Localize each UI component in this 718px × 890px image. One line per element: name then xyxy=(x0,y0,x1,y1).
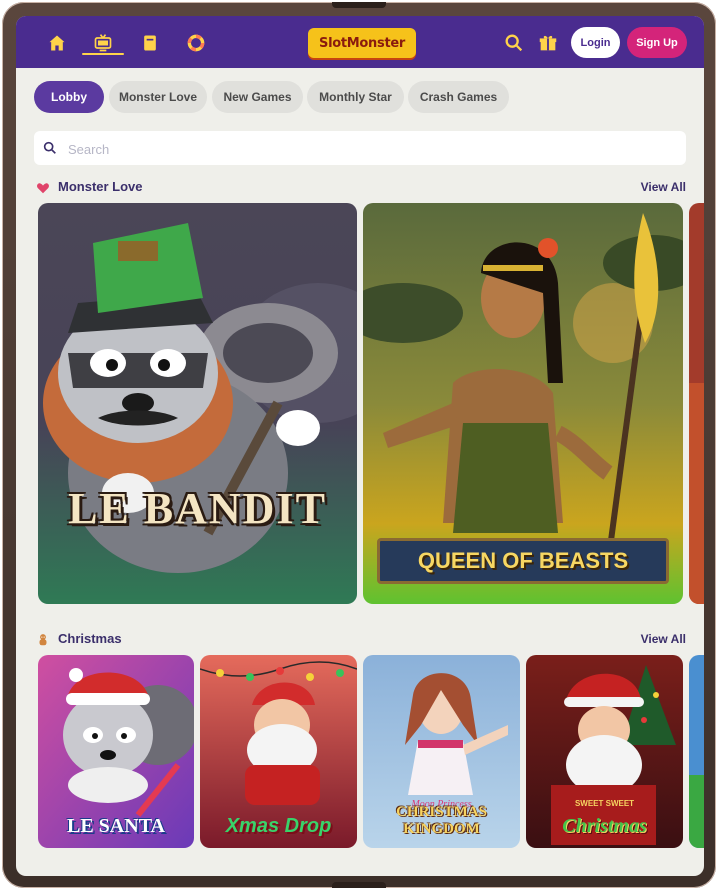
heart-icon xyxy=(37,183,49,194)
section-title: Christmas xyxy=(58,631,122,646)
tab-monthly-star[interactable]: Monthly Star xyxy=(307,81,404,113)
top-navbar: SlotMonster Login Sign Up xyxy=(16,16,704,68)
view-all-link[interactable]: View All xyxy=(641,180,686,194)
game-card-le-bandit[interactable]: LE BANDIT xyxy=(38,203,357,604)
search-bar xyxy=(34,131,686,167)
section-title: Monster Love xyxy=(58,179,143,194)
game-card-peek[interactable] xyxy=(689,203,704,604)
search-input[interactable] xyxy=(66,131,670,167)
view-all-link[interactable]: View All xyxy=(641,632,686,646)
game-card-queen-of-beasts[interactable]: QUEEN OF BEASTS xyxy=(363,203,683,604)
hinge-bottom xyxy=(332,882,386,888)
search-field-icon xyxy=(43,141,56,154)
game-title: LE BANDIT xyxy=(68,484,327,533)
site-logo[interactable]: SlotMonster xyxy=(308,28,416,58)
nav-active-indicator xyxy=(82,53,124,55)
game-title: LE SANTA xyxy=(67,815,165,837)
peek-artwork xyxy=(689,203,704,604)
game-title: Xmas Drop xyxy=(225,815,332,837)
section-monster-love-header: Monster Love View All xyxy=(34,178,686,198)
logo-text: SlotMonster xyxy=(319,35,405,51)
device-frame: SlotMonster Login Sign Up Lobby Monster … xyxy=(2,2,716,888)
queen-of-beasts-banner: QUEEN OF BEASTS xyxy=(377,538,669,584)
peek-artwork xyxy=(689,655,704,848)
gingerbread-icon xyxy=(39,634,47,646)
section-christmas-header: Christmas View All xyxy=(34,630,686,650)
game-card-christmas-kingdom[interactable]: Moon Princess CHRISTMAS KINGDOM xyxy=(363,655,520,848)
book-icon[interactable] xyxy=(137,30,163,56)
app-screen: SlotMonster Login Sign Up Lobby Monster … xyxy=(16,16,704,876)
tab-crash-games[interactable]: Crash Games xyxy=(408,81,509,113)
game-card-xmas-drop[interactable]: Xmas Drop xyxy=(200,655,357,848)
le-bandit-artwork xyxy=(38,203,357,604)
home-icon[interactable] xyxy=(44,30,70,56)
game-card-sweet-sweet-christmas[interactable]: SWEET SWEET Christmas xyxy=(526,655,683,848)
tab-new-games[interactable]: New Games xyxy=(212,81,303,113)
game-subtitle: SWEET SWEET xyxy=(574,799,635,808)
signup-button[interactable]: Sign Up xyxy=(627,27,687,58)
lifebuoy-icon[interactable] xyxy=(183,30,209,56)
tab-lobby[interactable]: Lobby xyxy=(34,81,104,113)
game-card-le-santa[interactable]: LE SANTA xyxy=(38,655,194,848)
tab-monster-love[interactable]: Monster Love xyxy=(109,81,207,113)
game-title: Christmas xyxy=(562,815,647,837)
login-button[interactable]: Login xyxy=(571,27,620,58)
hinge-top xyxy=(332,2,386,8)
search-icon[interactable] xyxy=(503,32,525,54)
game-card-peek[interactable] xyxy=(689,655,704,848)
gift-icon[interactable] xyxy=(537,32,559,54)
game-title: CHRISTMAS KINGDOM xyxy=(396,804,487,837)
game-title: QUEEN OF BEASTS xyxy=(417,548,629,573)
